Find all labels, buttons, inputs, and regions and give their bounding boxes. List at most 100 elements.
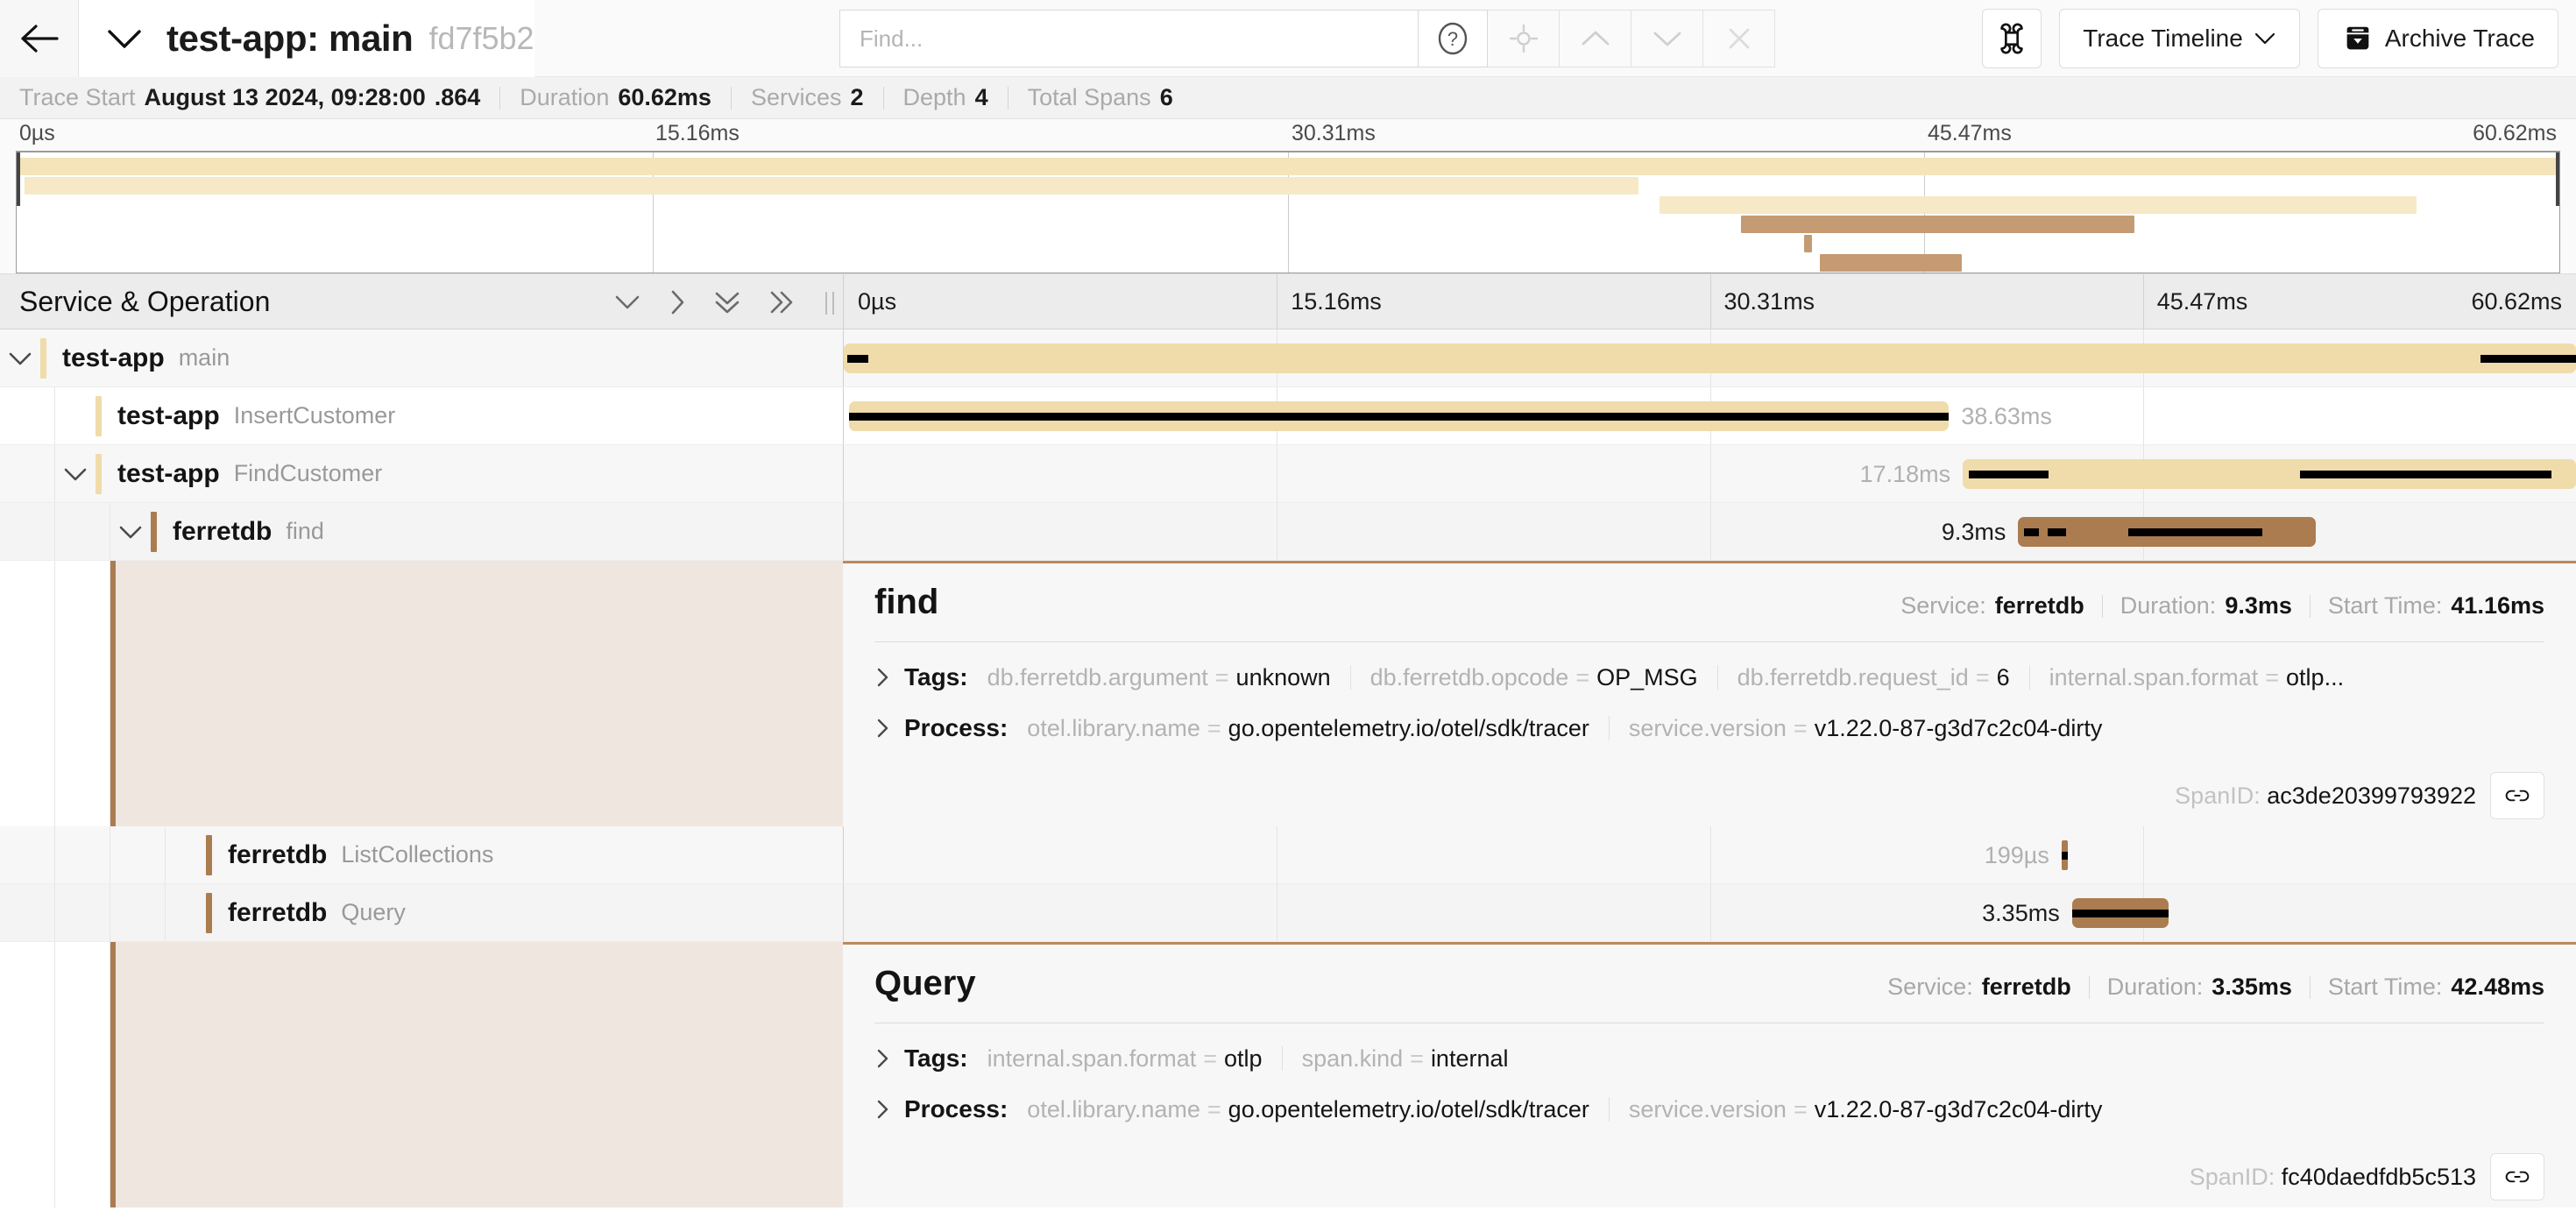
span-operation-name: main: [178, 344, 230, 371]
detail-meta: Service: ferretdb Duration: 3.35ms Start Tim…: [1887, 974, 2544, 1001]
span-service-name: test-app: [117, 458, 220, 488]
column-resize-handle[interactable]: [825, 292, 834, 315]
trace-start-meta: Trace Start August 13 2024, 09:28:00 .864: [19, 84, 480, 111]
span-collapse-chevron-down-icon[interactable]: [55, 445, 96, 502]
back-button[interactable]: [0, 0, 79, 77]
chevron-right-icon[interactable]: [874, 717, 904, 740]
archive-trace-label: Archive Trace: [2384, 25, 2535, 52]
span-row-timeline[interactable]: 17.18ms: [843, 445, 2576, 502]
expand-one-chevron-right-icon[interactable]: [668, 288, 687, 316]
search-focus-button[interactable]: [1488, 10, 1560, 67]
archive-trace-button[interactable]: Archive Trace: [2317, 9, 2558, 68]
minimap-drag-handle-left[interactable]: [17, 152, 20, 206]
search-input[interactable]: [839, 10, 1418, 67]
question-circle-icon: ?: [1438, 22, 1468, 55]
trace-meta-bar: Trace Start August 13 2024, 09:28:00 .864…: [0, 77, 2576, 119]
total-spans-value: 6: [1159, 84, 1173, 110]
span-duration-label: 38.63ms: [1961, 403, 2052, 429]
search-clear-button[interactable]: [1703, 10, 1775, 67]
kv-key: db.ferretdb.opcode: [1369, 663, 1569, 690]
span-row-timeline[interactable]: 38.63ms: [843, 387, 2576, 444]
tags-row[interactable]: Tags: db.ferretdb.argument = unknown db.ferr…: [874, 651, 2544, 702]
span-row[interactable]: ferretdb find 9.3ms: [0, 503, 2576, 561]
span-row-timeline[interactable]: 199µs: [843, 826, 2576, 883]
kv-equals: =: [1203, 1045, 1218, 1072]
view-mode-label: Trace Timeline: [2083, 25, 2243, 52]
expand-all-chevrons-right-icon[interactable]: [768, 288, 796, 316]
trace-start-fraction: .864: [434, 84, 481, 110]
span-row-label[interactable]: ferretdb find: [0, 503, 843, 560]
copy-span-link-button[interactable]: [2490, 1153, 2544, 1200]
kv-key: span.kind: [1301, 1045, 1404, 1072]
trace-collapse-chevron-down-icon[interactable]: [105, 25, 144, 52]
span-row[interactable]: test-app main: [0, 329, 2576, 387]
trace-id: fd7f5b2: [428, 19, 534, 56]
span-collapse-chevron-down-icon[interactable]: [0, 329, 40, 386]
close-icon: [1729, 28, 1749, 49]
search-help-button[interactable]: ?: [1418, 10, 1488, 67]
span-duration-label: 199µs: [1984, 842, 2049, 868]
kv-key: service.version: [1628, 714, 1787, 741]
trace-minimap[interactable]: 0µs 15.16ms 30.31ms 45.47ms 60.62ms: [0, 119, 2576, 273]
span-row[interactable]: test-app FindCustomer 17.18ms: [0, 445, 2576, 503]
span-row-timeline[interactable]: [843, 329, 2576, 386]
copy-span-link-button[interactable]: [2490, 772, 2544, 819]
chevron-right-icon[interactable]: [874, 1098, 904, 1121]
kv-divider: [1281, 1046, 1283, 1071]
span-row-label[interactable]: test-app InsertCustomer: [0, 387, 843, 444]
detail-duration-label: Duration:: [2106, 974, 2204, 1000]
chevron-right-icon[interactable]: [874, 666, 904, 689]
kv-key: internal.span.format: [987, 1045, 1197, 1072]
span-bar[interactable]: [2018, 517, 2317, 547]
key-value-pair: service.version = v1.22.0-87-g3d7c2c04-dir…: [1629, 715, 2103, 742]
span-row-label[interactable]: test-app main: [0, 329, 843, 386]
collapse-one-chevron-down-icon[interactable]: [613, 293, 641, 312]
span-row-timeline[interactable]: 3.35ms: [843, 884, 2576, 941]
span-service-color-bar: [151, 511, 157, 552]
kv-value: unknown: [1235, 663, 1331, 690]
process-row-items: otel.library.name = go.opentelemetry.io/ot…: [1027, 1096, 2102, 1123]
span-row-label[interactable]: ferretdb ListCollections: [0, 826, 843, 883]
process-row[interactable]: Process: otel.library.name = go.opentelemet…: [874, 702, 2544, 753]
span-row-timeline[interactable]: 9.3ms: [843, 503, 2576, 560]
collapse-all-chevrons-down-icon[interactable]: [713, 288, 741, 316]
tree-indent-guide: [55, 826, 110, 883]
span-row[interactable]: ferretdb ListCollections 199µs: [0, 826, 2576, 884]
span-service-color-bar: [206, 892, 212, 933]
detail-start-label: Start Time:: [2327, 974, 2443, 1000]
minimap-canvas[interactable]: [16, 151, 2560, 273]
detail-gutter: [0, 561, 843, 826]
key-value-pair: db.ferretdb.request_id = 6: [1737, 664, 2010, 691]
span-row-label[interactable]: test-app FindCustomer: [0, 445, 843, 502]
view-mode-select[interactable]: Trace Timeline: [2059, 9, 2300, 68]
search-prev-button[interactable]: [1560, 10, 1631, 67]
timeline-tick-1: 15.16ms: [1291, 288, 1382, 315]
span-service-color-bar: [40, 337, 46, 379]
process-row-label: Process:: [904, 714, 1008, 741]
span-bar[interactable]: [2071, 898, 2169, 928]
keyboard-shortcuts-button[interactable]: [1982, 9, 2042, 68]
detail-service-value: ferretdb: [1981, 974, 2071, 1000]
minimap-span-bar: [17, 158, 2559, 175]
chevron-right-icon[interactable]: [874, 1047, 904, 1070]
row-gridline: [1709, 826, 1711, 883]
duration-value: 60.62ms: [618, 84, 711, 110]
span-row-label[interactable]: ferretdb Query: [0, 884, 843, 941]
timeline-tick-4: 60.62ms: [2471, 288, 2562, 315]
tree-indent-guide: [0, 445, 55, 502]
span-bar-activity: [2024, 528, 2040, 536]
span-row[interactable]: ferretdb Query 3.35ms: [0, 884, 2576, 942]
detail-header: Query Service: ferretdb Duration: 3.35ms Star…: [874, 964, 2544, 1023]
search-next-button[interactable]: [1631, 10, 1703, 67]
span-collapse-chevron-down-icon[interactable]: [110, 503, 151, 560]
span-bar[interactable]: [844, 343, 2576, 373]
span-duration-label: 17.18ms: [1859, 461, 1951, 487]
span-bar[interactable]: [2061, 840, 2068, 870]
link-icon: [2505, 1171, 2530, 1183]
minimap-drag-handle-right[interactable]: [2556, 152, 2559, 206]
span-row[interactable]: test-app InsertCustomer 38.63ms: [0, 387, 2576, 445]
span-bar[interactable]: [1963, 459, 2576, 489]
tags-row[interactable]: Tags: internal.span.format = otlp span.kind =…: [874, 1032, 2544, 1083]
span-bar[interactable]: [848, 401, 1950, 431]
process-row[interactable]: Process: otel.library.name = go.opentelemet…: [874, 1083, 2544, 1134]
